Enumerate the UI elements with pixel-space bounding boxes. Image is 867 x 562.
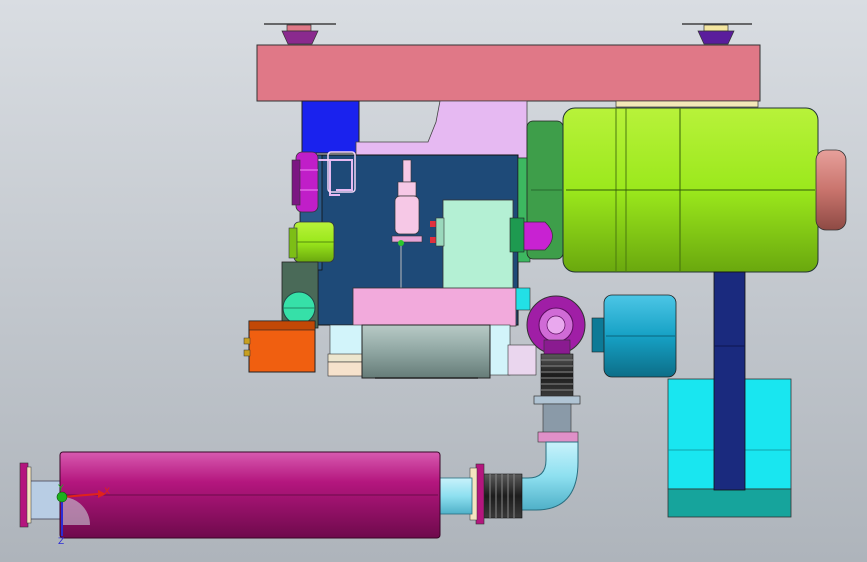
fuel-fitting-top [430,221,436,227]
triad-y-label: Y [57,484,64,494]
oil-pan [361,324,491,379]
ecu-module [301,100,360,154]
mount-bracket-left [329,324,364,356]
exhaust-bellows-upper [540,353,574,397]
muffler-inlet-pipe [437,477,473,515]
support-column [713,271,746,491]
oil-cooler [352,287,517,327]
heat-exchanger [442,199,514,303]
air-filter-cap [815,149,847,231]
frame-bracket-right [615,100,759,108]
hose-connector [515,287,531,311]
alternator-pulley [288,221,335,263]
intake-nozzle [509,217,553,253]
mount-bracket-right [489,324,511,376]
starter-motor [243,320,316,373]
fuel-fitting-bottom [430,237,436,243]
air-filter [562,107,819,273]
mount-foot-left-2 [327,361,364,377]
secondary-filter [591,294,677,378]
engine-assembly-drawing: X Y Z [0,0,867,562]
cad-viewport[interactable]: X Y Z [0,0,867,562]
mount-foot-left [327,353,364,363]
exhaust-bellows-lower [483,473,523,519]
exhaust-muffler [59,451,441,539]
triad-x-label: X [104,487,110,497]
support-frame-beam [256,44,761,102]
triad-z-label: Z [58,537,64,547]
